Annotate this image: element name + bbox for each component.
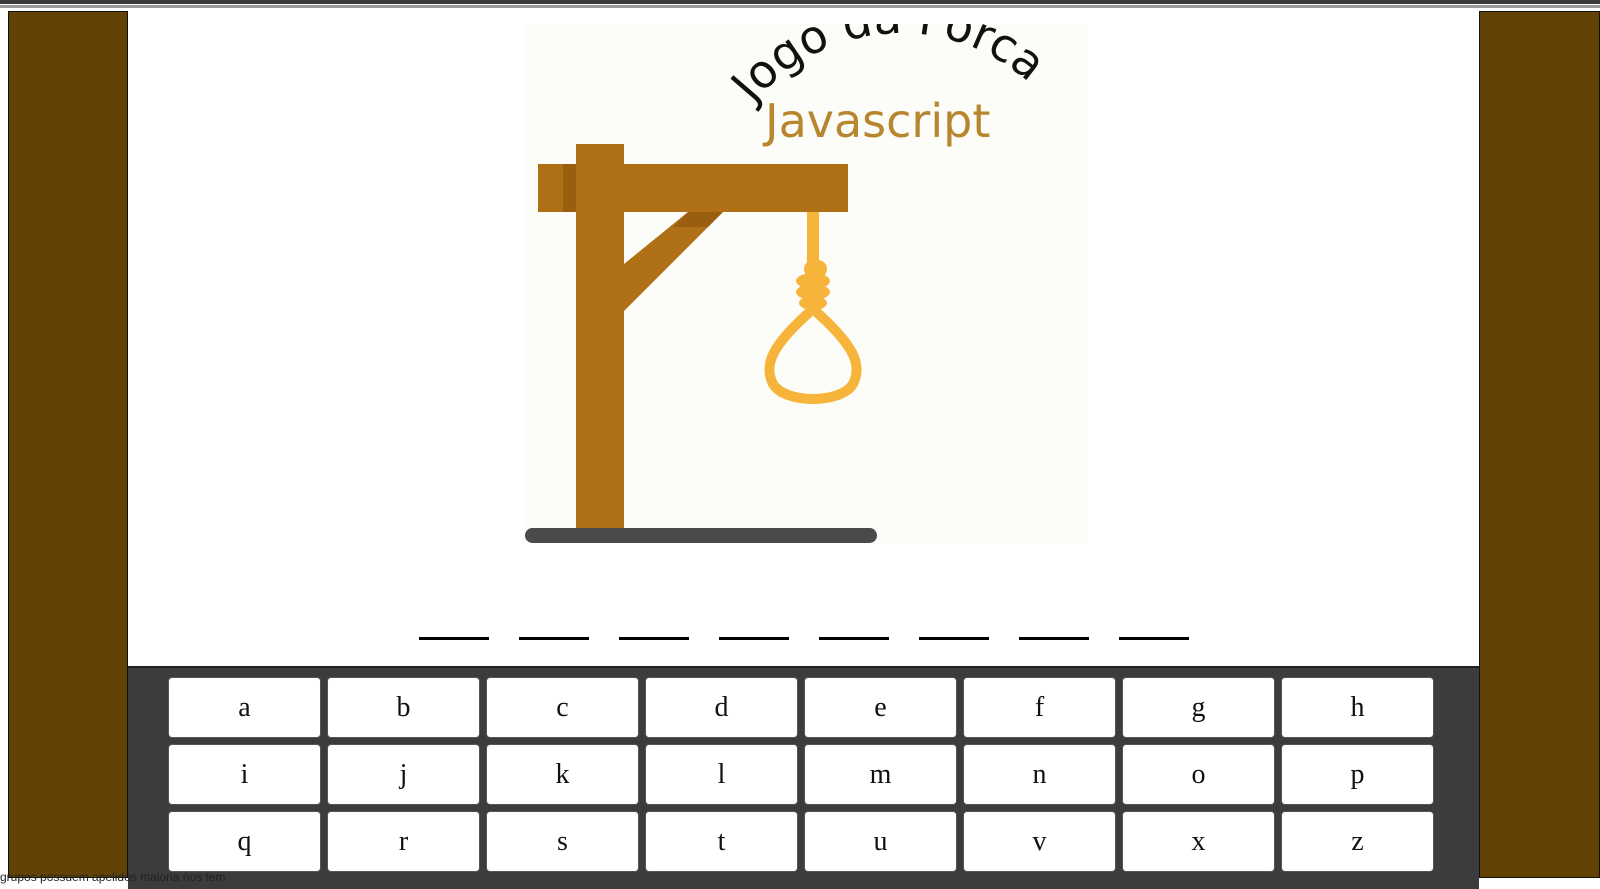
ground-bar (525, 528, 877, 543)
key-h[interactable]: h (1281, 677, 1434, 738)
key-q[interactable]: q (168, 811, 321, 872)
key-d[interactable]: d (645, 677, 798, 738)
key-b[interactable]: b (327, 677, 480, 738)
key-g[interactable]: g (1122, 677, 1275, 738)
key-u[interactable]: u (804, 811, 957, 872)
letter-slot (718, 637, 789, 640)
key-k[interactable]: k (486, 744, 639, 805)
letter-keyboard: a b c d e f g h i j k l m n o p q r s t … (128, 666, 1479, 889)
key-n[interactable]: n (963, 744, 1116, 805)
key-m[interactable]: m (804, 744, 957, 805)
letter-slot (1118, 637, 1189, 640)
right-side-panel (1479, 11, 1600, 878)
footer-text: grupos possuem apelidos maioria nos tem (0, 870, 226, 884)
letter-slot (818, 637, 889, 640)
game-subtitle: Javascript (762, 94, 990, 148)
letter-slot (918, 637, 989, 640)
left-side-panel (8, 11, 128, 878)
key-o[interactable]: o (1122, 744, 1275, 805)
game-area: Jogo da Forca Javascript a b c d e f g h… (128, 11, 1479, 889)
key-v[interactable]: v (963, 811, 1116, 872)
key-j[interactable]: j (327, 744, 480, 805)
key-i[interactable]: i (168, 744, 321, 805)
window-top-border (0, 0, 1600, 4)
letter-slot (418, 637, 489, 640)
key-t[interactable]: t (645, 811, 798, 872)
key-x[interactable]: x (1122, 811, 1275, 872)
letter-slot (618, 637, 689, 640)
key-c[interactable]: c (486, 677, 639, 738)
key-r[interactable]: r (327, 811, 480, 872)
key-p[interactable]: p (1281, 744, 1434, 805)
word-slots (128, 621, 1479, 641)
hangman-illustration: Jogo da Forca Javascript (523, 24, 1087, 544)
letter-slot (518, 637, 589, 640)
key-a[interactable]: a (168, 677, 321, 738)
key-z[interactable]: z (1281, 811, 1434, 872)
window-top-border-inner (0, 5, 1600, 8)
key-f[interactable]: f (963, 677, 1116, 738)
key-l[interactable]: l (645, 744, 798, 805)
letter-slot (1018, 637, 1089, 640)
key-s[interactable]: s (486, 811, 639, 872)
key-e[interactable]: e (804, 677, 957, 738)
